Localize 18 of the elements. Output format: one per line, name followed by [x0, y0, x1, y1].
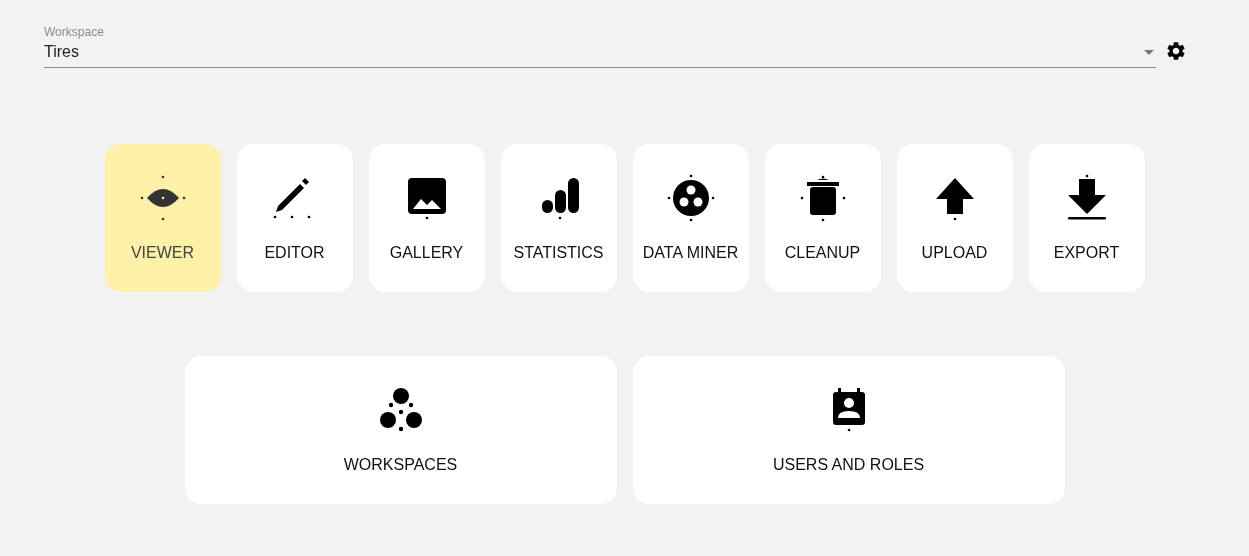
app-tile[interactable]: GALLERY — [368, 144, 485, 292]
workspace-value: Tires — [44, 43, 79, 61]
app-tile[interactable]: EXPORT — [1028, 144, 1145, 292]
settings-icon[interactable] — [1165, 39, 1187, 62]
app-tile[interactable]: DATA MINER — [632, 144, 749, 292]
workspace-select[interactable]: Workspace Tires — [44, 25, 1156, 68]
trash-icon — [798, 174, 847, 222]
app-tile[interactable]: CLEANUP — [764, 144, 881, 292]
app-tile[interactable]: VIEWER — [104, 144, 221, 292]
workspace-label: Workspace — [44, 25, 105, 39]
app-tile[interactable]: EDITOR — [236, 144, 353, 292]
app-tile[interactable]: STATISTICS — [500, 144, 617, 292]
admin-tile[interactable]: USERS AND ROLES — [632, 356, 1065, 504]
app-tile[interactable]: UPLOAD — [896, 144, 1013, 292]
circle-dots-icon — [666, 174, 715, 222]
eye-icon — [138, 174, 187, 222]
caret-icon — [1144, 49, 1154, 55]
admin-tile[interactable]: WORKSPACES — [184, 356, 617, 504]
